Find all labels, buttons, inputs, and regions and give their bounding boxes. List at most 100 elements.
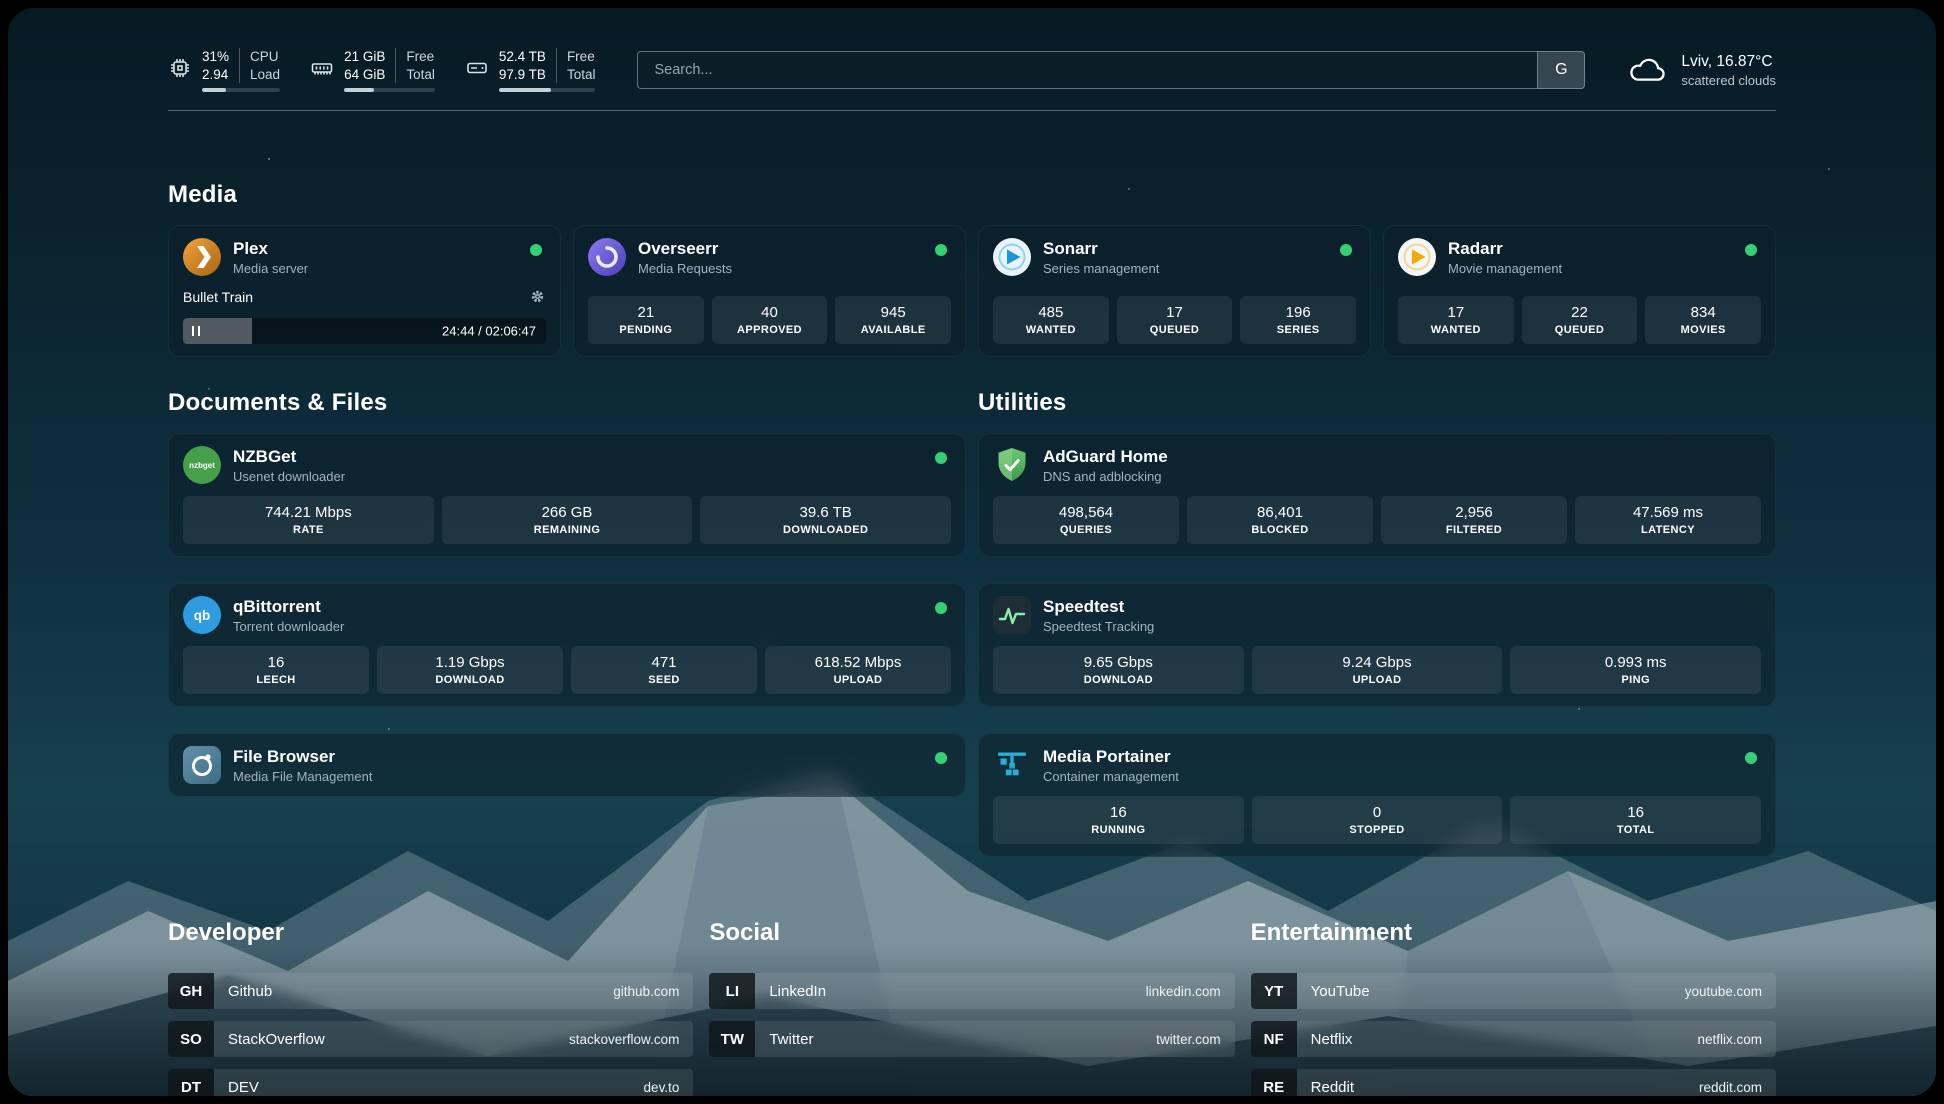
header-divider	[168, 110, 1776, 111]
app-card-nzbget[interactable]: nzbget NZBGet Usenet downloader 744.21 M…	[168, 433, 966, 557]
portainer-icon	[993, 746, 1031, 784]
app-card-qbittorrent[interactable]: qb qBittorrent Torrent downloader 16LEEC…	[168, 583, 966, 707]
section-title-social: Social	[709, 919, 1234, 947]
app-card-sonarr[interactable]: Sonarr Series management 485WANTED 17QUE…	[978, 225, 1371, 357]
section-title-entertainment: Entertainment	[1251, 919, 1776, 947]
ram-icon	[310, 56, 334, 80]
app-card-filebrowser[interactable]: File Browser Media File Management	[168, 733, 966, 797]
app-subtitle: Torrent downloader	[233, 619, 344, 634]
memory-widget: 21 GiB 64 GiB Free Total	[310, 48, 435, 92]
stat-filtered: 2,956FILTERED	[1381, 496, 1567, 544]
adguard-icon	[993, 446, 1031, 484]
nzbget-icon: nzbget	[183, 446, 221, 484]
svg-text:qb: qb	[194, 608, 211, 623]
speedtest-icon	[993, 596, 1031, 634]
app-name: AdGuard Home	[1043, 447, 1168, 467]
search-bar: G	[637, 51, 1585, 89]
stat-approved: 40APPROVED	[712, 296, 828, 344]
stat-series: 196SERIES	[1240, 296, 1356, 344]
playback-progress-bar[interactable]: 24:44 / 02:06:47	[183, 318, 546, 344]
bookmark-url: dev.to	[644, 1069, 694, 1096]
bookmark-reddit[interactable]: RE Reddit reddit.com	[1251, 1069, 1776, 1096]
weather-widget: Lviv, 16.87°C scattered clouds	[1627, 53, 1776, 88]
stat-running: 16RUNNING	[993, 796, 1244, 844]
bookmark-name: YouTube	[1297, 973, 1685, 1009]
memory-free: 21 GiB	[344, 48, 385, 66]
memory-usage-bar	[344, 88, 435, 92]
app-subtitle: Usenet downloader	[233, 469, 345, 484]
storage-free: 52.4 TB	[499, 48, 546, 66]
bookmark-stackoverflow[interactable]: SO StackOverflow stackoverflow.com	[168, 1021, 693, 1057]
bookmark-netflix[interactable]: NF Netflix netflix.com	[1251, 1021, 1776, 1057]
app-name: Overseerr	[638, 239, 732, 259]
storage-total-label: Total	[567, 66, 596, 84]
stat-downloaded: 39.6 TBDOWNLOADED	[700, 496, 951, 544]
snow-specks	[8, 8, 10, 10]
search-input[interactable]	[637, 51, 1537, 89]
app-name: NZBGet	[233, 447, 345, 467]
plex-icon	[183, 238, 221, 276]
cpu-icon	[168, 56, 192, 80]
now-playing-title: Bullet Train	[183, 289, 253, 305]
bookmark-github[interactable]: GH Github github.com	[168, 973, 693, 1009]
app-card-adguard[interactable]: AdGuard Home DNS and adblocking 498,564Q…	[978, 433, 1776, 557]
app-subtitle: Media Requests	[638, 261, 732, 276]
status-dot	[935, 244, 947, 256]
app-name: Radarr	[1448, 239, 1562, 259]
bookmark-dev[interactable]: DT DEV dev.to	[168, 1069, 693, 1096]
section-title-utilities: Utilities	[978, 389, 1776, 417]
app-card-overseerr[interactable]: Overseerr Media Requests 21PENDING 40APP…	[573, 225, 966, 357]
stat-wanted: 485WANTED	[993, 296, 1109, 344]
memory-free-label: Free	[406, 48, 435, 66]
gear-icon[interactable]	[529, 288, 546, 305]
bookmark-url: linkedin.com	[1146, 973, 1235, 1009]
status-dot	[530, 244, 542, 256]
bookmark-name: Github	[214, 973, 613, 1009]
bookmark-name: Netflix	[1297, 1021, 1698, 1057]
bookmark-abbr: DT	[168, 1069, 214, 1096]
section-title-documents: Documents & Files	[168, 389, 966, 417]
storage-free-label: Free	[567, 48, 596, 66]
section-developer: Developer GH Github github.com SO StackO…	[168, 919, 693, 1096]
stat-wanted: 17WANTED	[1398, 296, 1514, 344]
bookmark-name: LinkedIn	[755, 973, 1145, 1009]
status-dot	[1340, 244, 1352, 256]
cpu-usage-bar	[202, 88, 280, 92]
stat-stopped: 0STOPPED	[1252, 796, 1503, 844]
bookmark-linkedin[interactable]: LI LinkedIn linkedin.com	[709, 973, 1234, 1009]
memory-total-label: Total	[406, 66, 435, 84]
section-title-developer: Developer	[168, 919, 693, 947]
app-name: Sonarr	[1043, 239, 1159, 259]
weather-condition: scattered clouds	[1681, 73, 1776, 88]
svg-text:nzbget: nzbget	[189, 461, 215, 470]
bookmark-url: reddit.com	[1699, 1069, 1776, 1096]
radarr-icon	[1398, 238, 1436, 276]
bookmark-url: github.com	[613, 973, 693, 1009]
app-card-radarr[interactable]: Radarr Movie management 17WANTED 22QUEUE…	[1383, 225, 1776, 357]
app-card-portainer[interactable]: Media Portainer Container management 16R…	[978, 733, 1776, 857]
disk-icon	[465, 56, 489, 80]
weather-location: Lviv, 16.87°C	[1681, 53, 1776, 71]
stat-rate: 744.21 MbpsRATE	[183, 496, 434, 544]
qbittorrent-icon: qb	[183, 596, 221, 634]
cpu-widget: 31% 2.94 CPU Load	[168, 48, 280, 92]
app-card-plex[interactable]: Plex Media server Bullet Train	[168, 225, 561, 357]
status-dot	[935, 752, 947, 764]
bookmark-url: stackoverflow.com	[569, 1021, 693, 1057]
bookmark-youtube[interactable]: YT YouTube youtube.com	[1251, 973, 1776, 1009]
status-dot	[935, 602, 947, 614]
status-dot	[1745, 244, 1757, 256]
memory-total: 64 GiB	[344, 66, 385, 84]
cpu-load: 2.94	[202, 66, 229, 84]
stat-total: 16TOTAL	[1510, 796, 1761, 844]
search-engine-button[interactable]: G	[1537, 51, 1585, 89]
storage-widget: 52.4 TB 97.9 TB Free Total	[465, 48, 596, 92]
stat-download: 1.19 GbpsDOWNLOAD	[377, 646, 563, 694]
bookmark-abbr: TW	[709, 1021, 755, 1057]
cpu-label-1: CPU	[250, 48, 280, 66]
pause-icon[interactable]	[192, 326, 200, 336]
bookmark-twitter[interactable]: TW Twitter twitter.com	[709, 1021, 1234, 1057]
stat-queries: 498,564QUERIES	[993, 496, 1179, 544]
bookmark-url: youtube.com	[1685, 973, 1776, 1009]
app-card-speedtest[interactable]: Speedtest Speedtest Tracking 9.65 GbpsDO…	[978, 583, 1776, 707]
